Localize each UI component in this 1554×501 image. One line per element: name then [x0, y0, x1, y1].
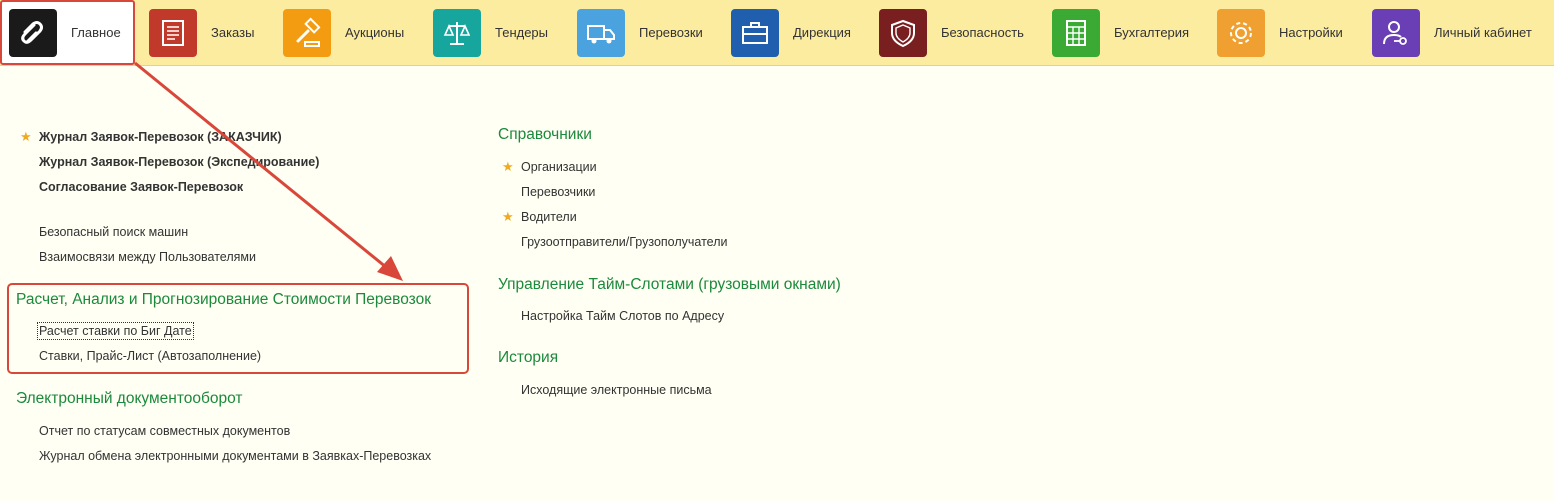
favorite-star-icon[interactable]: ★ [502, 209, 514, 225]
favorite-star-icon[interactable]: ★ [502, 159, 514, 175]
nav-item-direction[interactable]: Дирекция [731, 0, 851, 65]
logo-icon [9, 8, 57, 57]
nav-label: Безопасность [941, 25, 1024, 40]
link-journal-expediting[interactable]: Журнал Заявок-Перевозок (Экспедирование) [39, 155, 319, 169]
link-drivers[interactable]: Водители [521, 210, 577, 224]
nav-item-settings[interactable]: Настройки [1217, 0, 1343, 65]
calculator-icon [1052, 8, 1100, 57]
section-panel: Главное Заказы Аукционы Тендеры Перевозк… [0, 0, 1554, 66]
nav-item-accounting[interactable]: Бухгалтерия [1052, 0, 1189, 65]
link-shippers[interactable]: Грузоотправители/Грузополучатели [521, 235, 728, 249]
notebook-icon [149, 8, 197, 57]
user-key-icon [1372, 8, 1420, 57]
link-safe-search[interactable]: Безопасный поиск машин [39, 225, 188, 239]
nav-item-orders[interactable]: Заказы [149, 0, 254, 65]
nav-label: Бухгалтерия [1114, 25, 1190, 40]
link-organizations[interactable]: Организации [521, 160, 597, 174]
nav-item-cabinet[interactable]: Личный кабинет [1372, 0, 1532, 65]
nav-item-main[interactable]: Главное [0, 0, 135, 65]
briefcase-icon [731, 8, 779, 57]
nav-label: Личный кабинет [1434, 25, 1532, 40]
scales-icon [433, 8, 481, 57]
link-carriers[interactable]: Перевозчики [521, 185, 595, 199]
section-header-history: История [498, 349, 559, 366]
nav-label: Заказы [211, 25, 255, 40]
link-outgoing-emails[interactable]: Исходящие электронные письма [521, 383, 712, 397]
nav-label: Настройки [1279, 25, 1343, 40]
favorite-star-icon[interactable]: ★ [20, 129, 32, 145]
nav-label: Аукционы [345, 25, 405, 40]
nav-item-auctions[interactable]: Аукционы [283, 0, 404, 65]
link-journal-customer[interactable]: Журнал Заявок-Перевозок (ЗАКАЗЧИК) [39, 130, 282, 144]
nav-item-transport[interactable]: Перевозки [577, 0, 703, 65]
shield-icon [879, 8, 927, 57]
link-user-relations[interactable]: Взаимосвязи между Пользователями [39, 250, 256, 264]
section-header-references: Справочники [498, 126, 592, 143]
gear-icon [1217, 8, 1265, 57]
link-approval[interactable]: Согласование Заявок-Перевозок [39, 180, 243, 194]
nav-label: Главное [71, 25, 121, 40]
link-timeslot-settings[interactable]: Настройка Тайм Слотов по Адресу [521, 309, 724, 323]
section-header-edo: Электронный документооборот [16, 390, 243, 407]
highlight-box [7, 283, 469, 374]
truck-icon [577, 8, 625, 57]
gavel-icon [283, 8, 331, 57]
link-edo-journal[interactable]: Журнал обмена электронными документами в… [39, 449, 431, 463]
nav-label: Дирекция [793, 25, 851, 40]
nav-label: Тендеры [495, 25, 549, 40]
link-doc-status-report[interactable]: Отчет по статусам совместных документов [39, 424, 290, 438]
nav-item-security[interactable]: Безопасность [879, 0, 1024, 65]
nav-item-tenders[interactable]: Тендеры [433, 0, 548, 65]
section-header-timeslots: Управление Тайм-Слотами (грузовыми окнам… [498, 276, 841, 293]
nav-label: Перевозки [639, 25, 703, 40]
